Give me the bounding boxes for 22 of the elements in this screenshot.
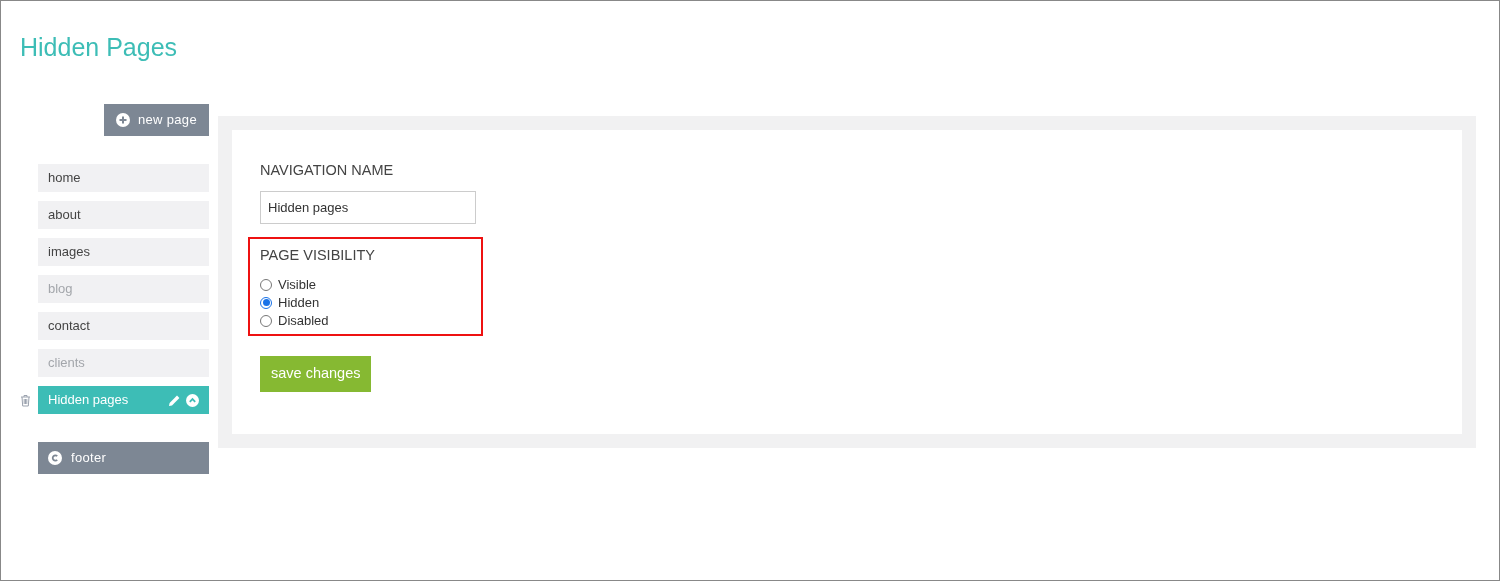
page-item[interactable]: contact — [38, 312, 209, 340]
save-changes-button[interactable]: save changes — [260, 355, 372, 392]
page-item[interactable]: about — [38, 201, 209, 229]
page-item[interactable]: Hidden pages — [38, 386, 209, 414]
chevron-up-icon[interactable] — [186, 393, 199, 407]
copyright-icon — [48, 451, 62, 465]
new-page-button[interactable]: new page — [104, 104, 209, 136]
radio-label: Visible — [278, 275, 317, 294]
field-label: PAGE VISIBILITY — [260, 245, 375, 265]
radio-label: Hidden — [278, 293, 320, 312]
page-title: Hidden Pages — [20, 32, 178, 63]
pencil-icon[interactable] — [168, 393, 181, 407]
page-item[interactable]: images — [38, 238, 209, 266]
page-item[interactable]: home — [38, 164, 209, 192]
page-item[interactable]: blog — [38, 275, 209, 303]
footer-button[interactable]: footer — [38, 442, 209, 474]
field-label: NAVIGATION NAME — [260, 161, 394, 180]
trash-icon[interactable] — [20, 393, 31, 407]
radio-label: Disabled — [278, 311, 329, 330]
page-item[interactable]: clients — [38, 349, 209, 377]
plus-icon — [116, 113, 130, 127]
navigation-name-field[interactable]: Hidden pages — [260, 190, 476, 224]
